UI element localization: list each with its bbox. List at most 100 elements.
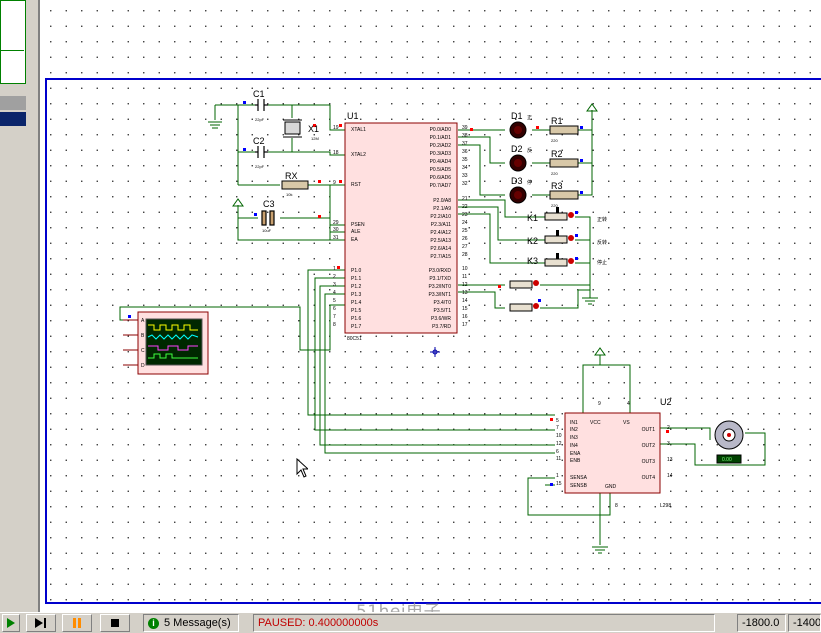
mcu-pin-number: 23 [462, 212, 468, 218]
mcu-pin-number: 18 [333, 150, 339, 156]
mcu-pin-number: 3 [333, 282, 336, 288]
oscilloscope[interactable] [123, 311, 209, 375]
schematic-drawing: U1 80C51 XTAL119XTAL218RST9PSEN29ALE30EA… [119, 89, 766, 554]
mcu-pin-label: P3.4/T0 [433, 300, 451, 306]
mcu-ref: U1 [347, 111, 359, 121]
u2-ref: U2 [660, 397, 672, 407]
mcu-pin-number: 14 [462, 298, 468, 304]
mcu-pin-label: P3.3/INT1 [428, 292, 451, 298]
mcu-pin-label: ALE [351, 229, 361, 235]
mcu-pin-number: 19 [333, 125, 339, 131]
info-icon: i [148, 617, 159, 629]
led-d1[interactable] [509, 121, 527, 139]
sim-pause-button[interactable] [62, 614, 92, 632]
scope-channel-label: D [141, 363, 145, 369]
l298-pin-number: 7 [556, 425, 559, 431]
sim-step-button[interactable] [26, 614, 56, 632]
r1-ref: R1 [551, 116, 563, 126]
sim-stop-button[interactable] [100, 614, 130, 632]
mcu-pin-label: P2.1/A9 [433, 206, 451, 212]
c3-ref: C3 [263, 199, 275, 209]
c1-ref: C1 [253, 89, 265, 99]
l298-pin-number: 14 [667, 473, 673, 479]
l298-pin-label: IN3 [570, 435, 578, 441]
l298-pin-label: SENSB [570, 483, 588, 489]
mcu-pin-number: 33 [462, 173, 468, 179]
capacitor-c2[interactable] [255, 146, 268, 158]
resistor-r3[interactable] [549, 190, 579, 200]
mcu-pin-number: 28 [462, 252, 468, 258]
coord-y: -1400. [793, 617, 821, 629]
switch-int1[interactable] [509, 303, 539, 312]
mcu-pin-label: P3.6/WR [431, 316, 451, 322]
mcu-pin-label: P1.4 [351, 300, 362, 306]
switch-k2[interactable] [544, 230, 574, 244]
l298-pin-label: IN1 [570, 420, 578, 426]
mcu-pin-label: P2.0/A8 [433, 198, 451, 204]
scope-channel-label: C [141, 348, 145, 354]
mcu-pin-label: P0.5/AD5 [430, 167, 452, 173]
mcu-pin-number: 34 [462, 165, 468, 171]
mcu-pin-number: 38 [462, 133, 468, 139]
l298-pin-number: 9 [598, 401, 601, 407]
c3-value: 10uF [262, 228, 272, 233]
mcu-pin-label: P0.2/AD2 [430, 143, 452, 149]
mcu-pin-number: 24 [462, 220, 468, 226]
capacitor-c1[interactable] [255, 99, 268, 111]
mcu-pin-label: EA [351, 237, 358, 243]
mcu-pin-number: 26 [462, 236, 468, 242]
led-d3[interactable] [509, 186, 527, 204]
messages-panel[interactable]: i 5 Message(s) [143, 614, 239, 632]
motor-readout: 0.00 [722, 457, 732, 463]
mouse-cursor-icon [296, 457, 310, 483]
mcu-pin-label: XTAL1 [351, 127, 366, 133]
mcu-pin-number: 17 [462, 322, 468, 328]
l298-pin-label: GND [605, 484, 617, 490]
resistor-r2[interactable] [549, 158, 579, 168]
coord-x-panel: -1800.0 [737, 614, 786, 632]
mcu-right-pin-labels: P0.0/AD0 39 P0.1/AD1 38 P0.2/AD2 37 P0.3/AD3 36… [428, 125, 467, 330]
l298-pin-label: VS [623, 420, 630, 426]
resistor-r1[interactable] [549, 125, 579, 135]
mcu-pin-number: 31 [333, 235, 339, 241]
mcu-pin-number: 7 [333, 314, 336, 320]
k1-label: 正转 [597, 216, 607, 223]
l298-pin-label: SENSA [570, 475, 588, 481]
mcu-pin-label: P1.7 [351, 324, 362, 330]
capacitor-c3[interactable] [261, 210, 275, 226]
mcu-pin-label: P1.1 [351, 276, 362, 282]
mcu-pin-label: P3.1/TXD [429, 276, 451, 282]
switch-k3[interactable] [544, 253, 574, 267]
c2-value: 22pF [255, 164, 265, 169]
mcu-pin-number: 25 [462, 228, 468, 234]
crystal-x1[interactable] [284, 121, 301, 135]
switch-int0[interactable] [509, 280, 539, 289]
l298-pin-label: OUT3 [642, 459, 656, 465]
mcu-pin-number: 12 [462, 282, 468, 288]
led-d2[interactable] [509, 154, 527, 172]
switch-k1[interactable] [544, 207, 574, 221]
l298-pin-label: OUT1 [642, 427, 656, 433]
d2-label: 反 [527, 147, 532, 154]
mcu-pin-label: P0.3/AD3 [430, 151, 452, 157]
mcu-pin-label: P1.2 [351, 284, 362, 290]
mcu-pin-number: 13 [462, 290, 468, 296]
coord-x: -1800.0 [742, 617, 780, 629]
d3-ref: D3 [511, 176, 523, 186]
mcu-pin-label: P2.2/A10 [430, 214, 451, 220]
l298-pin-number: 4 [627, 401, 630, 407]
l298-pin-label: OUT4 [642, 475, 656, 481]
mcu-pin-label: P2.4/A12 [430, 230, 451, 236]
l298-pin-number: 11 [556, 456, 561, 462]
r1-value: 220 [551, 138, 558, 143]
resistor-rx[interactable] [281, 180, 309, 190]
sim-play-button[interactable] [2, 614, 20, 632]
k2-ref: K2 [527, 236, 538, 246]
d3-label: 停 [527, 179, 532, 186]
mcu-part: 80C51 [347, 336, 362, 342]
x1-value: 12M [311, 136, 319, 141]
d1-ref: D1 [511, 111, 523, 121]
l298-pin-number: 15 [556, 481, 562, 487]
l298-pin-number: 1 [556, 473, 559, 479]
l298-pin-number: 8 [615, 503, 618, 509]
